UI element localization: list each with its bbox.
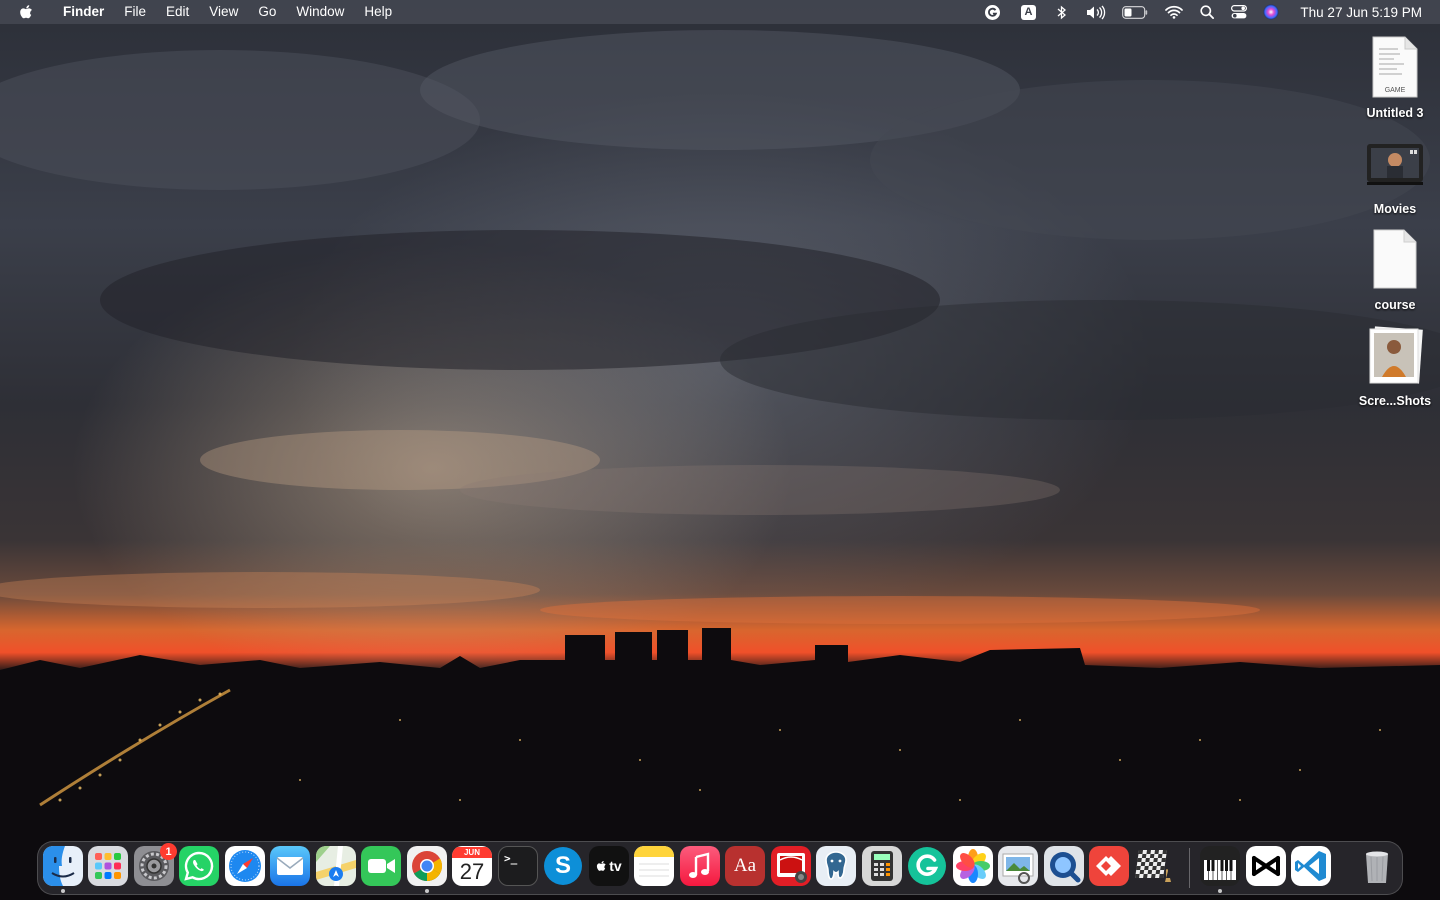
menu-window[interactable]: Window	[286, 0, 354, 24]
document-tag: GAME	[1385, 87, 1406, 94]
menu-go[interactable]: Go	[248, 0, 286, 24]
mail-icon[interactable]	[270, 846, 310, 886]
bluetooth-icon[interactable]	[1046, 0, 1078, 24]
facetime-icon[interactable]	[361, 846, 401, 886]
dock-separator	[1189, 848, 1190, 888]
desktop-icon-course[interactable]: course	[1350, 224, 1440, 312]
preview-icon[interactable]	[998, 846, 1038, 886]
menu-help[interactable]: Help	[354, 0, 402, 24]
input-source-icon[interactable]: A	[1010, 0, 1046, 24]
photos-icon[interactable]	[953, 846, 993, 886]
calculator-icon[interactable]	[862, 846, 902, 886]
skype-letter: S	[544, 847, 582, 885]
input-source-letter: A	[1020, 4, 1036, 20]
desktop-icon-movies[interactable]: Movies	[1350, 128, 1440, 216]
desktop-icon-label: Scre...Shots	[1358, 394, 1432, 408]
apple-tv-icon[interactable]: tv	[589, 846, 629, 886]
screenshots-folder-icon	[1350, 320, 1440, 390]
document-icon	[1350, 224, 1440, 294]
chrome-icon[interactable]	[407, 846, 447, 886]
dictionary-text: Aa	[733, 855, 757, 876]
desktop-icon-label: Movies	[1373, 202, 1417, 216]
apple-menu-icon[interactable]	[19, 4, 36, 21]
apple-tv-text: tv	[609, 858, 622, 874]
desktop-wallpaper	[0, 0, 1440, 900]
finder-icon[interactable]	[43, 846, 83, 886]
quicktime-icon[interactable]	[1044, 846, 1084, 886]
running-indicator	[425, 889, 429, 893]
launchpad-icon[interactable]	[88, 846, 128, 886]
menu-view[interactable]: View	[199, 0, 248, 24]
grammarly-icon[interactable]	[974, 0, 1010, 24]
menu-file[interactable]: File	[114, 0, 156, 24]
calendar-day: 27	[459, 858, 485, 884]
desktop-icon-untitled-3[interactable]: GAME Untitled 3	[1350, 32, 1440, 120]
trash-icon[interactable]	[1357, 846, 1397, 886]
terminal-prompt: >_	[504, 852, 518, 865]
movies-folder-icon	[1350, 128, 1440, 198]
control-center-icon[interactable]	[1222, 0, 1256, 24]
anydesk-icon[interactable]	[1089, 846, 1129, 886]
safari-icon[interactable]	[225, 846, 265, 886]
skype-icon[interactable]: S	[543, 846, 583, 886]
dictionary-icon[interactable]: Aa	[725, 846, 765, 886]
photo-booth-icon[interactable]	[771, 846, 811, 886]
whatsapp-icon[interactable]	[179, 846, 219, 886]
notification-badge: 1	[160, 843, 177, 860]
grammarly-app-icon[interactable]	[907, 846, 947, 886]
postgresql-icon[interactable]	[816, 846, 856, 886]
running-indicator	[61, 889, 65, 893]
running-indicator	[1218, 889, 1222, 893]
music-icon[interactable]	[680, 846, 720, 886]
desktop-icon-label: Untitled 3	[1366, 106, 1424, 120]
chess-icon[interactable]	[1135, 846, 1175, 886]
vscode-icon[interactable]	[1291, 846, 1331, 886]
wifi-icon[interactable]	[1156, 0, 1192, 24]
calendar-icon[interactable]: JUN 27	[452, 846, 492, 886]
desktop-icon-screenshots[interactable]: Scre...Shots	[1350, 320, 1440, 408]
terminal-icon[interactable]: >_	[498, 846, 538, 886]
desktop-icon-label: course	[1374, 298, 1416, 312]
spotlight-icon[interactable]	[1192, 0, 1222, 24]
capcut-icon[interactable]	[1246, 846, 1286, 886]
maps-icon[interactable]	[316, 846, 356, 886]
volume-icon[interactable]	[1078, 0, 1114, 24]
menu-clock[interactable]: Thu 27 Jun 5:19 PM	[1300, 5, 1422, 20]
piano-icon[interactable]	[1200, 846, 1240, 886]
calendar-month: JUN	[452, 846, 492, 858]
game-document-icon: GAME	[1350, 32, 1440, 102]
menu-bar: Finder File Edit View Go Window Help A T…	[0, 0, 1440, 24]
menu-active-app[interactable]: Finder	[53, 0, 114, 24]
siri-icon[interactable]	[1256, 0, 1286, 24]
notes-icon[interactable]	[634, 846, 674, 886]
battery-icon[interactable]	[1114, 0, 1156, 24]
menu-edit[interactable]: Edit	[156, 0, 199, 24]
